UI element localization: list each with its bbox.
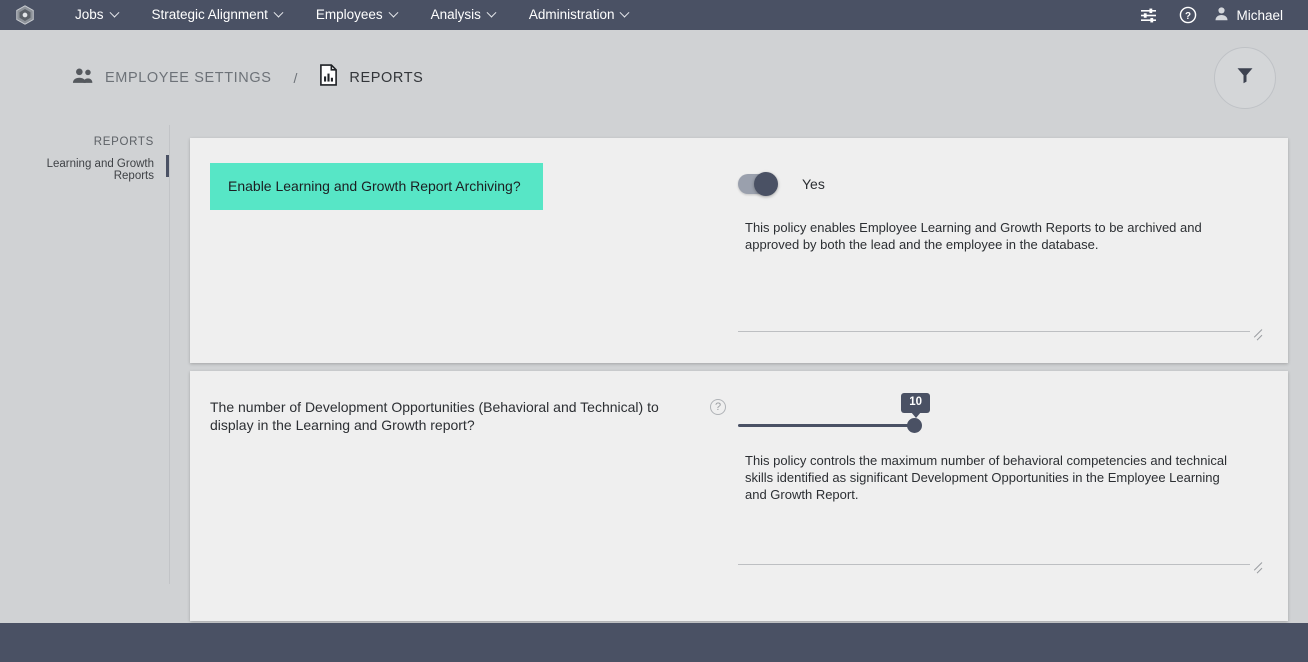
setting-card-archiving: Enable Learning and Growth Report Archiv… xyxy=(190,138,1288,363)
user-menu[interactable]: Michael xyxy=(1208,6,1294,24)
slider-value-bubble: 10 xyxy=(901,393,930,418)
report-chart-icon xyxy=(319,64,338,91)
development-opportunities-slider[interactable]: 10 xyxy=(738,393,930,440)
description-wrapper xyxy=(730,443,1264,574)
setting-label-area: The number of Development Opportunities … xyxy=(210,391,730,601)
toggle-row: Yes xyxy=(730,158,1264,210)
resize-handle-icon[interactable] xyxy=(1252,321,1263,341)
breadcrumb-label: REPORTS xyxy=(349,69,424,86)
nav-item-jobs[interactable]: Jobs xyxy=(58,0,135,30)
nav-item-analysis[interactable]: Analysis xyxy=(414,0,512,30)
setting-label-area: Enable Learning and Growth Report Archiv… xyxy=(210,158,730,343)
development-opportunities-description-textarea[interactable] xyxy=(738,447,1250,565)
breadcrumb-item-employee-settings[interactable]: EMPLOYEE SETTINGS xyxy=(72,67,272,89)
slider-row: 10 xyxy=(730,391,1264,443)
setting-control-area: 10 xyxy=(730,391,1264,601)
top-navigation-bar: Jobs Strategic Alignment Employees Analy… xyxy=(0,0,1308,30)
chevron-down-icon xyxy=(486,7,497,18)
sidebar-item-learning-and-growth-reports[interactable]: Learning and Growth Reports xyxy=(0,154,169,186)
nav-item-administration[interactable]: Administration xyxy=(512,0,646,30)
filter-button[interactable] xyxy=(1214,46,1276,109)
svg-text:?: ? xyxy=(1185,11,1191,22)
breadcrumb-item-reports[interactable]: REPORTS xyxy=(319,64,423,91)
setting-card-development-opportunities: The number of Development Opportunities … xyxy=(190,371,1288,621)
help-circle-icon[interactable]: ? xyxy=(710,399,726,415)
setting-label-highlighted: Enable Learning and Growth Report Archiv… xyxy=(210,163,543,210)
people-icon xyxy=(72,67,94,89)
chevron-down-icon xyxy=(109,7,119,18)
main-body: REPORTS Learning and Growth Reports Enab… xyxy=(0,125,1308,623)
funnel-filter-icon xyxy=(1235,65,1255,90)
breadcrumb-bar: EMPLOYEE SETTINGS / REPORTS xyxy=(0,30,1308,125)
footer-bar xyxy=(0,623,1308,662)
user-avatar-icon xyxy=(1214,6,1229,24)
slider-thumb[interactable] xyxy=(907,418,922,433)
settings-sidebar: REPORTS Learning and Growth Reports xyxy=(0,125,170,584)
user-name-label: Michael xyxy=(1236,7,1283,23)
description-wrapper xyxy=(730,210,1264,341)
toggle-value-label: Yes xyxy=(802,176,825,192)
sidebar-section-title: REPORTS xyxy=(93,136,154,148)
chevron-down-icon xyxy=(620,7,630,18)
nav-item-employees[interactable]: Employees xyxy=(299,0,414,30)
archiving-toggle[interactable] xyxy=(738,172,778,196)
nav-item-label: Strategic Alignment xyxy=(151,7,268,22)
nav-item-label: Employees xyxy=(315,7,383,22)
nav-item-label: Jobs xyxy=(75,7,104,22)
sliders-icon[interactable] xyxy=(1128,0,1168,30)
archiving-description-textarea[interactable] xyxy=(738,214,1250,332)
sidebar-selection-indicator xyxy=(166,155,169,177)
nav-item-label: Administration xyxy=(528,7,615,22)
settings-content: Enable Learning and Growth Report Archiv… xyxy=(170,125,1308,623)
chevron-down-icon xyxy=(388,7,399,18)
chevron-down-icon xyxy=(273,7,284,18)
resize-handle-icon[interactable] xyxy=(1252,554,1263,574)
slider-track[interactable] xyxy=(738,424,916,427)
hexagon-logo-icon[interactable] xyxy=(14,4,36,26)
toggle-knob xyxy=(754,172,778,196)
nav-item-strategic-alignment[interactable]: Strategic Alignment xyxy=(135,0,299,30)
sidebar-item-label: Learning and Growth Reports xyxy=(46,158,154,182)
setting-control-area: Yes xyxy=(730,158,1264,343)
help-circle-icon[interactable]: ? xyxy=(1168,0,1208,30)
nav-item-label: Analysis xyxy=(430,7,481,22)
breadcrumb-separator: / xyxy=(293,69,298,86)
setting-question-label: The number of Development Opportunities … xyxy=(210,399,659,433)
main-menu: Jobs Strategic Alignment Employees Analy… xyxy=(58,0,645,30)
breadcrumb-label: EMPLOYEE SETTINGS xyxy=(105,69,272,86)
top-navigation-actions: ? Michael xyxy=(1128,0,1294,30)
